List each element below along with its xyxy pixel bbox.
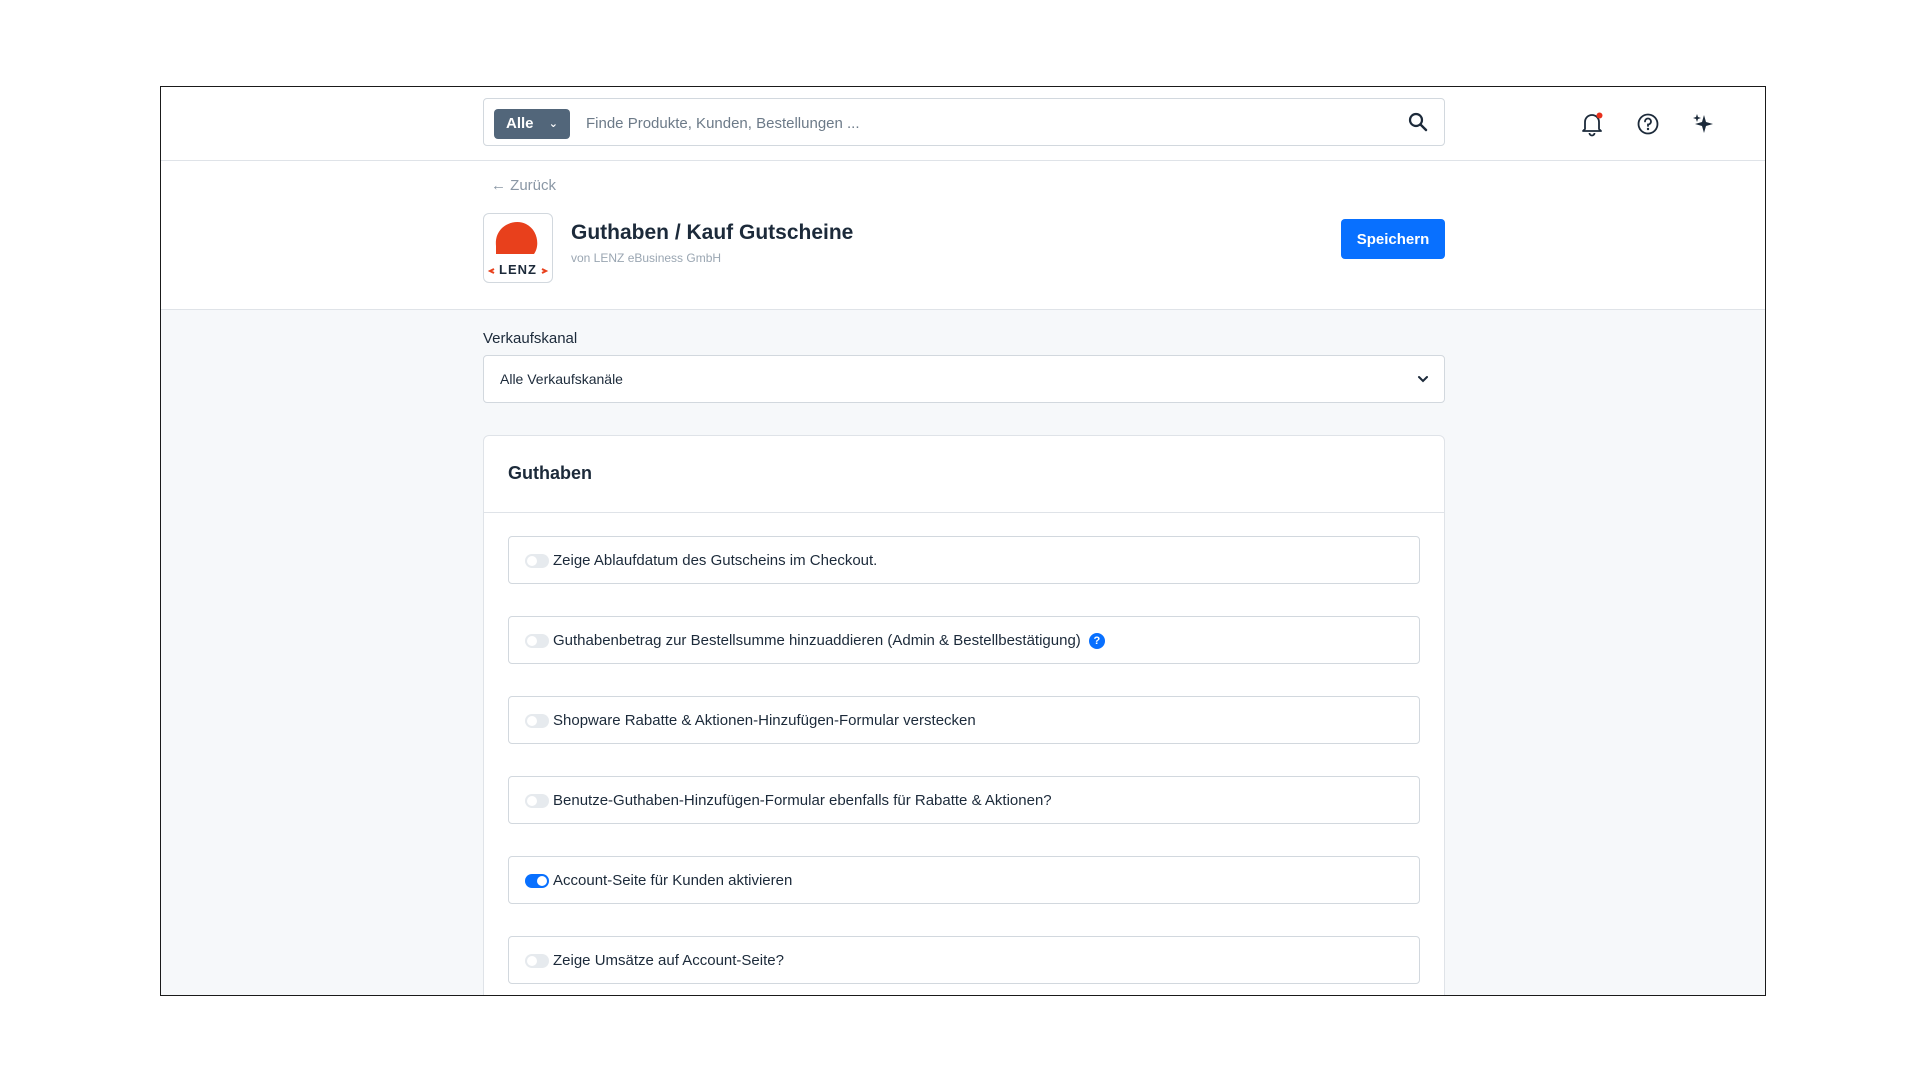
toggle-switch[interactable] — [525, 634, 549, 648]
bell-icon[interactable] — [1579, 111, 1605, 137]
option-row: Shopware Rabatte & Aktionen-Hinzufügen-F… — [508, 696, 1420, 744]
arrow-left-icon: ← — [491, 177, 506, 194]
card-header: Guthaben — [484, 436, 1444, 513]
top-bar: Alle ⌄ — [161, 87, 1765, 161]
toggle-switch[interactable] — [525, 954, 549, 968]
option-label: Shopware Rabatte & Aktionen-Hinzufügen-F… — [553, 712, 976, 729]
app-window: Alle ⌄ ← Zurück — [160, 86, 1766, 996]
back-link[interactable]: ← Zurück — [491, 177, 556, 194]
search-icon[interactable] — [1408, 112, 1428, 132]
option-label: Guthabenbetrag zur Bestellsumme hinzuadd… — [553, 632, 1081, 649]
help-icon[interactable] — [1635, 111, 1661, 137]
page-title: Guthaben / Kauf Gutscheine — [571, 221, 854, 244]
save-button[interactable]: Speichern — [1341, 219, 1445, 259]
sales-channel-select[interactable]: Alle Verkaufskanäle — [483, 355, 1445, 403]
back-label: Zurück — [510, 177, 557, 194]
toggle-switch[interactable] — [525, 554, 549, 568]
option-label: Benutze-Guthaben-Hinzufügen-Formular ebe… — [553, 792, 1052, 809]
sparkle-icon[interactable] — [1691, 111, 1717, 137]
page-header: ← Zurück LENZ Guthaben / Kauf Gutscheine… — [161, 161, 1765, 310]
search-input[interactable] — [584, 107, 1368, 139]
option-row: Zeige Umsätze auf Account-Seite? — [508, 936, 1420, 984]
chevron-down-icon: ⌄ — [548, 118, 558, 130]
option-label-wrap: Guthabenbetrag zur Bestellsumme hinzuadd… — [553, 632, 1105, 649]
global-search: Alle ⌄ — [483, 98, 1445, 146]
option-label: Zeige Umsätze auf Account-Seite? — [553, 952, 784, 969]
settings-card: Guthaben Zeige Ablaufdatum des Gutschein… — [483, 435, 1445, 995]
option-label: Zeige Ablaufdatum des Gutscheins im Chec… — [553, 552, 878, 569]
card-title: Guthaben — [508, 463, 592, 483]
option-row: Guthabenbetrag zur Bestellsumme hinzuadd… — [508, 616, 1420, 664]
svg-text:LENZ: LENZ — [499, 262, 537, 277]
option-row: Account-Seite für Kunden aktivieren — [508, 856, 1420, 904]
sales-channel-label: Verkaufskanal — [483, 330, 578, 347]
option-row: Benutze-Guthaben-Hinzufügen-Formular ebe… — [508, 776, 1420, 824]
toggle-switch[interactable] — [525, 714, 549, 728]
search-scope-dropdown[interactable]: Alle ⌄ — [494, 109, 570, 139]
info-icon[interactable]: ? — [1088, 633, 1105, 649]
app-logo: LENZ — [483, 213, 553, 283]
option-label: Account-Seite für Kunden aktivieren — [553, 872, 793, 889]
search-scope-label: Alle — [506, 115, 534, 132]
page-subtitle: von LENZ eBusiness GmbH — [571, 251, 722, 265]
chevron-down-icon — [1418, 376, 1428, 383]
toggle-switch[interactable] — [525, 794, 549, 808]
option-row: Zeige Ablaufdatum des Gutscheins im Chec… — [508, 536, 1420, 584]
toggle-switch[interactable] — [525, 874, 549, 888]
sales-channel-value: Alle Verkaufskanäle — [500, 371, 623, 387]
